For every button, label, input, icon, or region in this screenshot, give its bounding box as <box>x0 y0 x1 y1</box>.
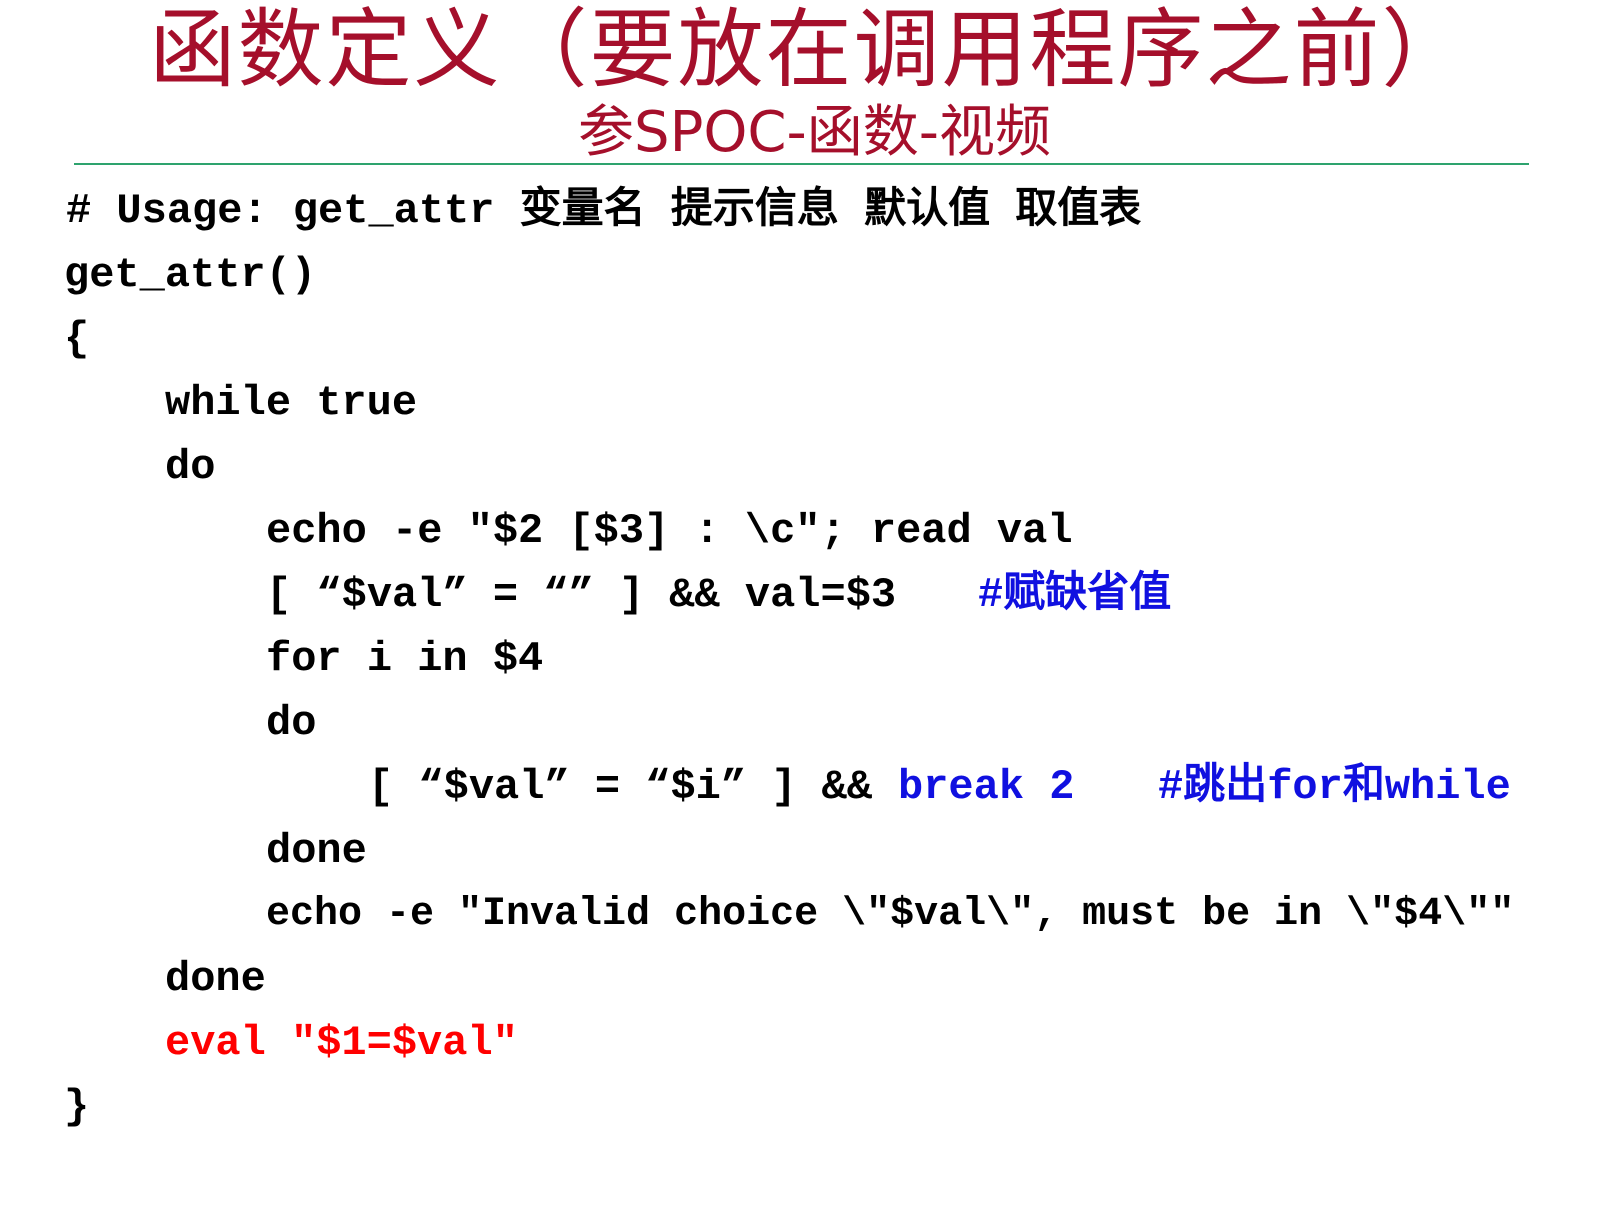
close-brace: } <box>64 1083 90 1131</box>
code-line-echo-invalid: echo -e "Invalid choice \"$val\", must b… <box>266 885 1514 945</box>
slide: 函数定义（要放在调用程序之前） 参SPOC-函数-视频 # Usage: get… <box>0 0 1619 1213</box>
code-line-break: break 2 <box>898 757 1074 817</box>
default-comment: #赋缺省值 <box>978 571 1172 619</box>
while-statement: while true <box>165 379 418 427</box>
title-divider <box>74 163 1529 165</box>
open-brace: { <box>64 315 90 363</box>
break-statement: break 2 <box>898 763 1075 811</box>
code-line-while: while true <box>165 373 417 433</box>
slide-subtitle: 参SPOC-函数-视频 <box>578 100 1051 165</box>
for-statement: for i in $4 <box>266 635 544 683</box>
do-outer-keyword: do <box>165 443 216 491</box>
done-outer-keyword: done <box>165 955 266 1003</box>
echo-invalid-statement: echo -e "Invalid choice \"$val\", must b… <box>266 892 1515 937</box>
function-declaration: get_attr() <box>64 251 317 299</box>
code-line-default-comment: #赋缺省值 <box>978 565 1171 625</box>
slide-title: 函数定义（要放在调用程序之前） <box>149 0 1470 100</box>
code-line-match-test: [ “$val” = “$i” ] && <box>368 757 872 817</box>
code-line-func-decl: get_attr() <box>64 245 316 305</box>
code-line-do-outer: do <box>165 437 215 497</box>
code-line-break-comment: #跳出for和while <box>1158 757 1511 817</box>
code-line-do-inner: do <box>266 693 316 753</box>
usage-comment: # Usage: get_attr 变量名 提示信息 默认值 取值表 <box>66 187 1142 235</box>
done-inner-keyword: done <box>266 827 367 875</box>
break-comment: #跳出for和while <box>1158 763 1511 811</box>
eval-statement: eval "$1=$val" <box>165 1019 518 1067</box>
echo-prompt-statement: echo -e "$2 [$3] : \c"; read val <box>266 507 1073 555</box>
code-line-done-outer: done <box>165 949 266 1009</box>
code-line-close-brace: } <box>64 1077 89 1137</box>
match-test-statement: [ “$val” = “$i” ] && <box>368 763 873 811</box>
code-line-done-inner: done <box>266 821 367 881</box>
default-test-statement: [ “$val” = “” ] && val=$3 <box>266 571 897 619</box>
code-line-for: for i in $4 <box>266 629 543 689</box>
code-line-echo-prompt: echo -e "$2 [$3] : \c"; read val <box>266 501 1073 561</box>
code-line-open-brace: { <box>64 309 89 369</box>
do-inner-keyword: do <box>266 699 317 747</box>
code-line-usage-comment: # Usage: get_attr 变量名 提示信息 默认值 取值表 <box>66 181 1141 241</box>
code-line-default-test: [ “$val” = “” ] && val=$3 <box>266 565 896 625</box>
code-line-eval: eval "$1=$val" <box>165 1013 518 1073</box>
